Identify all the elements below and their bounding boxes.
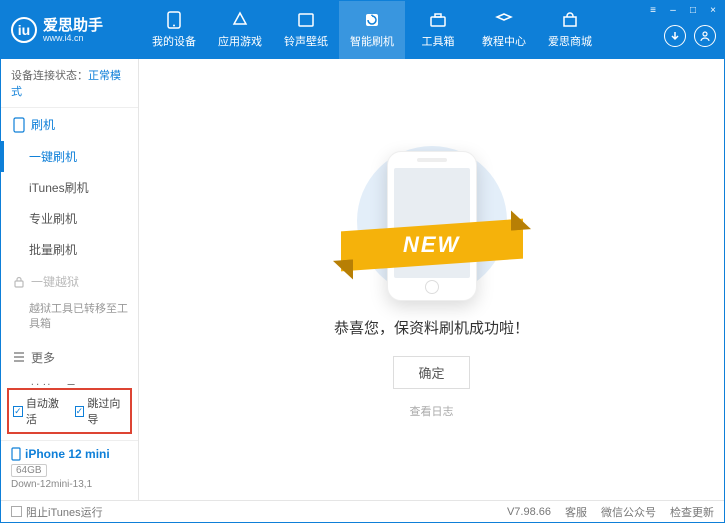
flash-icon — [363, 11, 381, 29]
minimize-button[interactable]: – — [666, 3, 680, 17]
lock-icon — [13, 276, 25, 288]
group-label: 刷机 — [31, 116, 55, 133]
group-label: 更多 — [31, 349, 55, 366]
view-log-link[interactable]: 查看日志 — [410, 403, 454, 419]
nav-my-device[interactable]: 我的设备 — [141, 1, 207, 59]
device-capacity: 64GB — [11, 464, 47, 477]
phone-icon — [13, 117, 25, 133]
user-button[interactable] — [694, 25, 716, 47]
window-controls: ≡ – □ × — [646, 3, 720, 17]
success-message: 恭喜您，保资料刷机成功啦！ — [334, 317, 529, 338]
cb-label: 自动激活 — [26, 395, 65, 427]
checkbox-skip-guide[interactable]: ✓跳过向导 — [75, 395, 127, 427]
nav-toolbox[interactable]: 工具箱 — [405, 1, 471, 59]
conn-label: 设备连接状态： — [11, 70, 88, 82]
nav-apps[interactable]: 应用游戏 — [207, 1, 273, 59]
nav-tutorial[interactable]: 教程中心 — [471, 1, 537, 59]
close-button[interactable]: × — [706, 3, 720, 17]
cb-label: 跳过向导 — [87, 395, 126, 427]
maximize-button[interactable]: □ — [686, 3, 700, 17]
menu-button[interactable]: ≡ — [646, 3, 660, 17]
device-meta: Down-12mini-13,1 — [11, 479, 128, 490]
phone-icon — [165, 11, 183, 29]
logo-icon: iu — [11, 17, 37, 43]
wallpaper-icon — [297, 11, 315, 29]
store-icon — [561, 11, 579, 29]
header-actions — [664, 25, 716, 47]
new-ribbon: NEW — [341, 218, 523, 271]
sidebar-group-more[interactable]: 更多 — [1, 341, 138, 374]
option-checkboxes: ✓自动激活 ✓跳过向导 — [7, 388, 132, 434]
success-illustration: NEW — [347, 141, 517, 301]
ok-button[interactable]: 确定 — [393, 356, 469, 389]
jailbreak-note: 越狱工具已转移至工具箱 — [1, 298, 138, 341]
nav-store[interactable]: 爱思商城 — [537, 1, 603, 59]
footer-wechat[interactable]: 微信公众号 — [601, 504, 656, 520]
main-content: NEW 恭喜您，保资料刷机成功啦！ 确定 查看日志 — [139, 59, 724, 500]
top-nav: 我的设备 应用游戏 铃声壁纸 智能刷机 工具箱 教程中心 爱思商城 — [141, 1, 724, 59]
connection-status: 设备连接状态：正常模式 — [1, 59, 138, 108]
checkbox-block-itunes[interactable] — [11, 506, 22, 517]
sidebar-item-oneclick-flash[interactable]: 一键刷机 — [1, 141, 138, 172]
title-bar: iu 爱思助手 www.i4.cn 我的设备 应用游戏 铃声壁纸 智能刷机 工具… — [1, 1, 724, 59]
nav-label: 应用游戏 — [218, 33, 262, 49]
sidebar-group-flash[interactable]: 刷机 — [1, 108, 138, 141]
nav-ringtone[interactable]: 铃声壁纸 — [273, 1, 339, 59]
version-text: V7.98.66 — [507, 506, 551, 518]
device-name: iPhone 12 mini — [11, 447, 128, 461]
download-button[interactable] — [664, 25, 686, 47]
sidebar: 设备连接状态：正常模式 刷机 一键刷机 iTunes刷机 专业刷机 批量刷机 一… — [1, 59, 139, 500]
device-info[interactable]: iPhone 12 mini 64GB Down-12mini-13,1 — [1, 440, 138, 500]
menu-icon — [13, 352, 25, 362]
nav-label: 工具箱 — [422, 33, 455, 49]
nav-label: 智能刷机 — [350, 33, 394, 49]
sidebar-item-pro-flash[interactable]: 专业刷机 — [1, 203, 138, 234]
nav-smart-flash[interactable]: 智能刷机 — [339, 1, 405, 59]
app-name: 爱思助手 — [43, 18, 103, 33]
checkbox-auto-activate[interactable]: ✓自动激活 — [13, 395, 65, 427]
footer-update[interactable]: 检查更新 — [670, 504, 714, 520]
sidebar-item-batch-flash[interactable]: 批量刷机 — [1, 234, 138, 265]
footer-label: 阻止iTunes运行 — [26, 504, 103, 520]
group-label: 一键越狱 — [31, 273, 79, 290]
status-bar: 阻止iTunes运行 V7.98.66 客服 微信公众号 检查更新 — [1, 500, 724, 522]
phone-icon — [11, 447, 21, 461]
sidebar-item-other-tools[interactable]: 其他工具 — [1, 374, 138, 385]
nav-label: 教程中心 — [482, 33, 526, 49]
logo: iu 爱思助手 www.i4.cn — [1, 17, 141, 43]
footer-service[interactable]: 客服 — [565, 504, 587, 520]
app-site: www.i4.cn — [43, 33, 103, 43]
toolbox-icon — [429, 11, 447, 29]
tutorial-icon — [495, 11, 513, 29]
nav-label: 铃声壁纸 — [284, 33, 328, 49]
nav-label: 爱思商城 — [548, 33, 592, 49]
sidebar-item-itunes-flash[interactable]: iTunes刷机 — [1, 172, 138, 203]
apps-icon — [231, 11, 249, 29]
nav-label: 我的设备 — [152, 33, 196, 49]
sidebar-group-jailbreak: 一键越狱 — [1, 265, 138, 298]
